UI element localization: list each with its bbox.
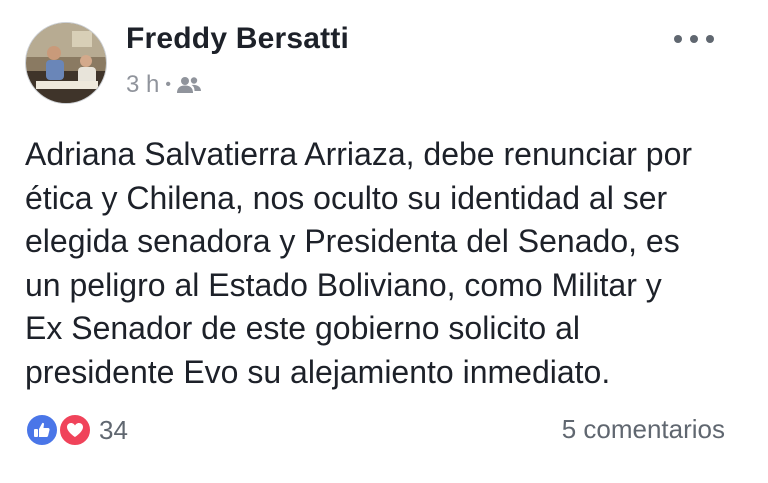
- reaction-count: 34: [99, 414, 128, 445]
- post-meta: 3 h •: [126, 71, 201, 99]
- avatar-photo: [26, 23, 106, 103]
- post-body: Adriana Salvatierra Arriaza, debe renunc…: [25, 136, 693, 390]
- like-icon: [25, 413, 59, 447]
- post-timestamp[interactable]: 3 h: [126, 71, 159, 99]
- author-name[interactable]: Freddy Bersatti: [126, 22, 349, 56]
- more-options-icon[interactable]: [674, 28, 714, 50]
- more-dot: [690, 35, 698, 43]
- reaction-icons: [25, 413, 93, 447]
- more-dot: [706, 35, 714, 43]
- meta-separator: •: [165, 76, 171, 93]
- more-dot: [674, 35, 682, 43]
- avatar[interactable]: [25, 22, 107, 104]
- comments-count-link[interactable]: 5 comentarios: [562, 414, 725, 445]
- reactions-summary[interactable]: 34: [25, 413, 128, 447]
- love-icon: [58, 413, 92, 447]
- facebook-post: Freddy Bersatti 3 h • Adriana Salvatierr…: [0, 0, 768, 483]
- friends-icon: [176, 76, 201, 94]
